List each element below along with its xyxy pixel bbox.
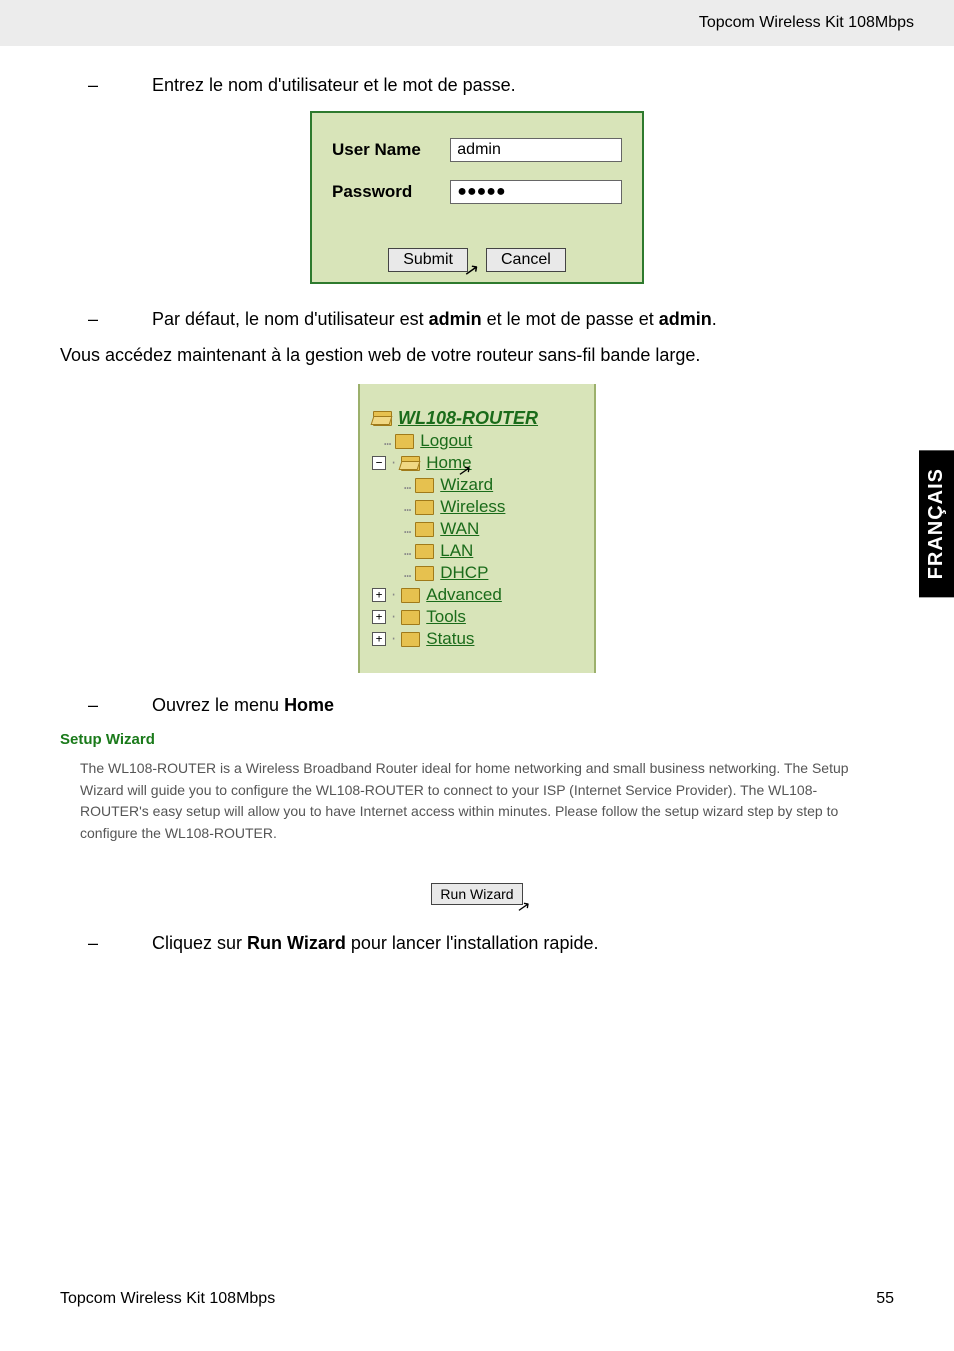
menu-home[interactable]: − · Home ↖ <box>372 453 582 473</box>
folder-icon <box>395 434 414 449</box>
menu-dhcp[interactable]: … DHCP <box>372 563 582 583</box>
instruction-3: –Ouvrez le menu Home <box>120 695 894 716</box>
login-panel: User Name admin Password ●●●●● Submit Ca… <box>310 111 644 284</box>
page-footer: Topcom Wireless Kit 108Mbps 55 <box>0 1290 954 1308</box>
username-label: User Name <box>332 140 450 160</box>
folder-icon <box>415 522 434 537</box>
folder-icon <box>401 632 420 647</box>
setup-wizard-title: Setup Wizard <box>60 731 894 748</box>
folder-open-icon <box>401 456 420 471</box>
header-product: Topcom Wireless Kit 108Mbps <box>699 14 914 32</box>
page-content: –Entrez le nom d'utilisateur et le mot d… <box>0 46 954 954</box>
folder-open-icon <box>373 411 392 426</box>
instruction-2: –Par défaut, le nom d'utilisateur est ad… <box>120 309 894 330</box>
collapse-icon[interactable]: − <box>372 456 386 470</box>
submit-button[interactable]: Submit <box>388 248 468 272</box>
folder-icon <box>415 544 434 559</box>
cancel-button[interactable]: Cancel <box>486 248 566 272</box>
menu-logout[interactable]: … Logout <box>372 431 582 451</box>
language-tab: FRANÇAIS <box>919 450 954 597</box>
menu-lan[interactable]: … LAN <box>372 541 582 561</box>
login-buttons: Submit Cancel ↖ <box>312 242 642 282</box>
router-menu: WL108-ROUTER … Logout − · Home ↖ … Wizar… <box>358 384 596 673</box>
menu-status[interactable]: + · Status <box>372 629 582 649</box>
instruction-4: –Cliquez sur Run Wizard pour lancer l'in… <box>120 933 894 954</box>
expand-icon[interactable]: + <box>372 610 386 624</box>
run-wizard-button[interactable]: Run Wizard <box>431 883 522 905</box>
password-row: Password ●●●●● <box>332 180 622 204</box>
menu-tools[interactable]: + · Tools <box>372 607 582 627</box>
setup-wizard-text: The WL108-ROUTER is a Wireless Broadband… <box>60 758 894 845</box>
expand-icon[interactable]: + <box>372 632 386 646</box>
expand-icon[interactable]: + <box>372 588 386 602</box>
menu-advanced[interactable]: + · Advanced <box>372 585 582 605</box>
menu-root[interactable]: WL108-ROUTER <box>372 408 582 429</box>
folder-icon <box>401 588 420 603</box>
page-header: Topcom Wireless Kit 108Mbps <box>0 0 954 46</box>
menu-wireless[interactable]: … Wireless <box>372 497 582 517</box>
folder-icon <box>401 610 420 625</box>
folder-icon <box>415 500 434 515</box>
page-number: 55 <box>876 1290 894 1308</box>
folder-icon <box>415 566 434 581</box>
run-wizard-wrap: Run Wizard ↖ <box>60 883 894 905</box>
username-row: User Name admin <box>332 138 622 162</box>
paragraph-1: Vous accédez maintenant à la gestion web… <box>60 345 894 366</box>
login-form: User Name admin Password ●●●●● <box>312 113 642 242</box>
menu-wan[interactable]: … WAN <box>372 519 582 539</box>
folder-icon <box>415 478 434 493</box>
instruction-1: –Entrez le nom d'utilisateur et le mot d… <box>120 75 894 96</box>
password-label: Password <box>332 182 450 202</box>
username-input[interactable]: admin <box>450 138 622 162</box>
menu-wizard[interactable]: … Wizard <box>372 475 582 495</box>
password-input[interactable]: ●●●●● <box>450 180 622 204</box>
footer-product: Topcom Wireless Kit 108Mbps <box>60 1290 275 1308</box>
